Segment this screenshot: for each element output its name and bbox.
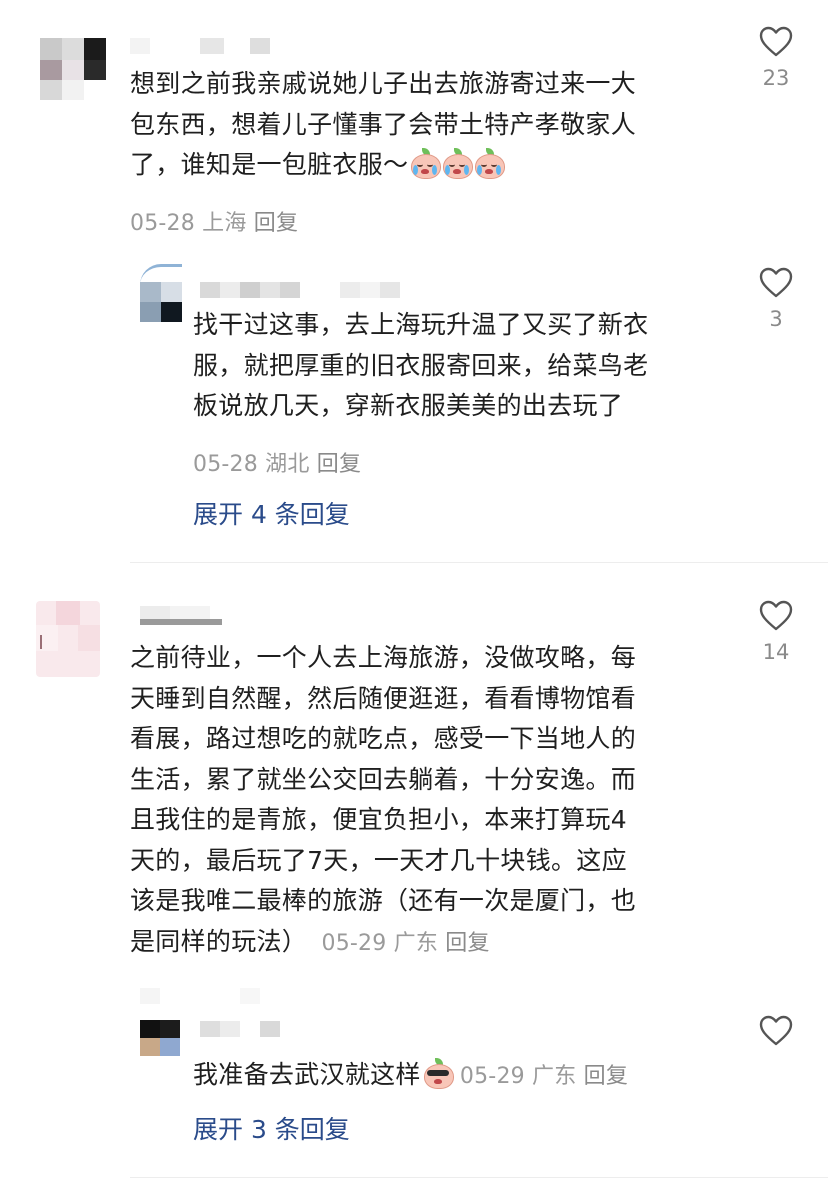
comment-location: 上海 <box>202 211 247 236</box>
comment-location: 广东 <box>393 930 439 956</box>
reply-button[interactable]: 回复 <box>584 1064 628 1089</box>
comment-meta: 05-28 上海 回复 <box>130 205 298 237</box>
divider <box>130 1177 828 1178</box>
reply-date: 05-29 <box>459 1064 525 1089</box>
comment: 想到之前我亲戚说她儿子出去旅游寄过来一大 包东西，想着儿子懂事了会带土特产孝敬家… <box>0 0 828 560</box>
reply-meta: 05-28 湖北 回复 <box>193 446 361 478</box>
like-count: 23 <box>762 66 790 90</box>
heart-outline-icon <box>752 267 800 299</box>
like-button[interactable]: 23 <box>752 26 800 90</box>
reply-button[interactable]: 回复 <box>317 452 361 477</box>
avatar[interactable] <box>40 38 106 100</box>
expand-replies-link[interactable]: 展开 4 条回复 <box>193 495 350 531</box>
crying-peach-emoji-icon <box>474 148 506 179</box>
reply-location: 湖北 <box>265 452 310 477</box>
like-count: 14 <box>762 640 790 664</box>
reply-button[interactable]: 回复 <box>445 931 489 956</box>
crying-peach-emoji-icon <box>410 148 442 179</box>
like-button[interactable]: 14 <box>752 600 800 664</box>
username[interactable] <box>200 1021 280 1037</box>
reply-text: 找干过这事，去上海玩升温了又买了新衣 服，就把厚重的旧衣服寄回来，给菜鸟老 板说… <box>193 310 649 420</box>
avatar[interactable] <box>140 1020 180 1056</box>
heart-outline-icon <box>752 26 800 58</box>
comment-date: 05-28 <box>130 211 195 236</box>
comment-text: 之前待业，一个人去上海旅游，没做攻略，每 天睡到自然醒，然后随便逛逛，看看博物馆… <box>130 643 637 956</box>
username[interactable] <box>200 282 400 298</box>
like-count: 3 <box>769 307 783 331</box>
cool-peach-emoji-icon <box>423 1058 454 1089</box>
reply-location: 广东 <box>532 1064 577 1089</box>
avatar[interactable] <box>140 264 182 322</box>
heart-outline-icon <box>752 600 800 632</box>
heart-outline-icon <box>752 1015 800 1047</box>
reply-date: 05-28 <box>193 452 258 477</box>
comment: 之前待业，一个人去上海旅游，没做攻略，每 天睡到自然醒，然后随便逛逛，看看博物馆… <box>0 563 828 1153</box>
like-button[interactable] <box>752 1015 800 1047</box>
username[interactable] <box>130 38 280 54</box>
expand-replies-link[interactable]: 展开 3 条回复 <box>193 1110 350 1146</box>
comment-date: 05-29 <box>321 930 387 956</box>
avatar[interactable] <box>36 601 100 677</box>
crying-peach-emoji-icon <box>442 148 474 179</box>
comment-text: 想到之前我亲戚说她儿子出去旅游寄过来一大 包东西，想着儿子懂事了会带土特产孝敬家… <box>130 69 637 179</box>
reply-button[interactable]: 回复 <box>254 211 298 236</box>
reply-text: 我准备去武汉就这样 05-29 广东 回复 <box>193 1058 629 1089</box>
like-button[interactable]: 3 <box>752 267 800 331</box>
